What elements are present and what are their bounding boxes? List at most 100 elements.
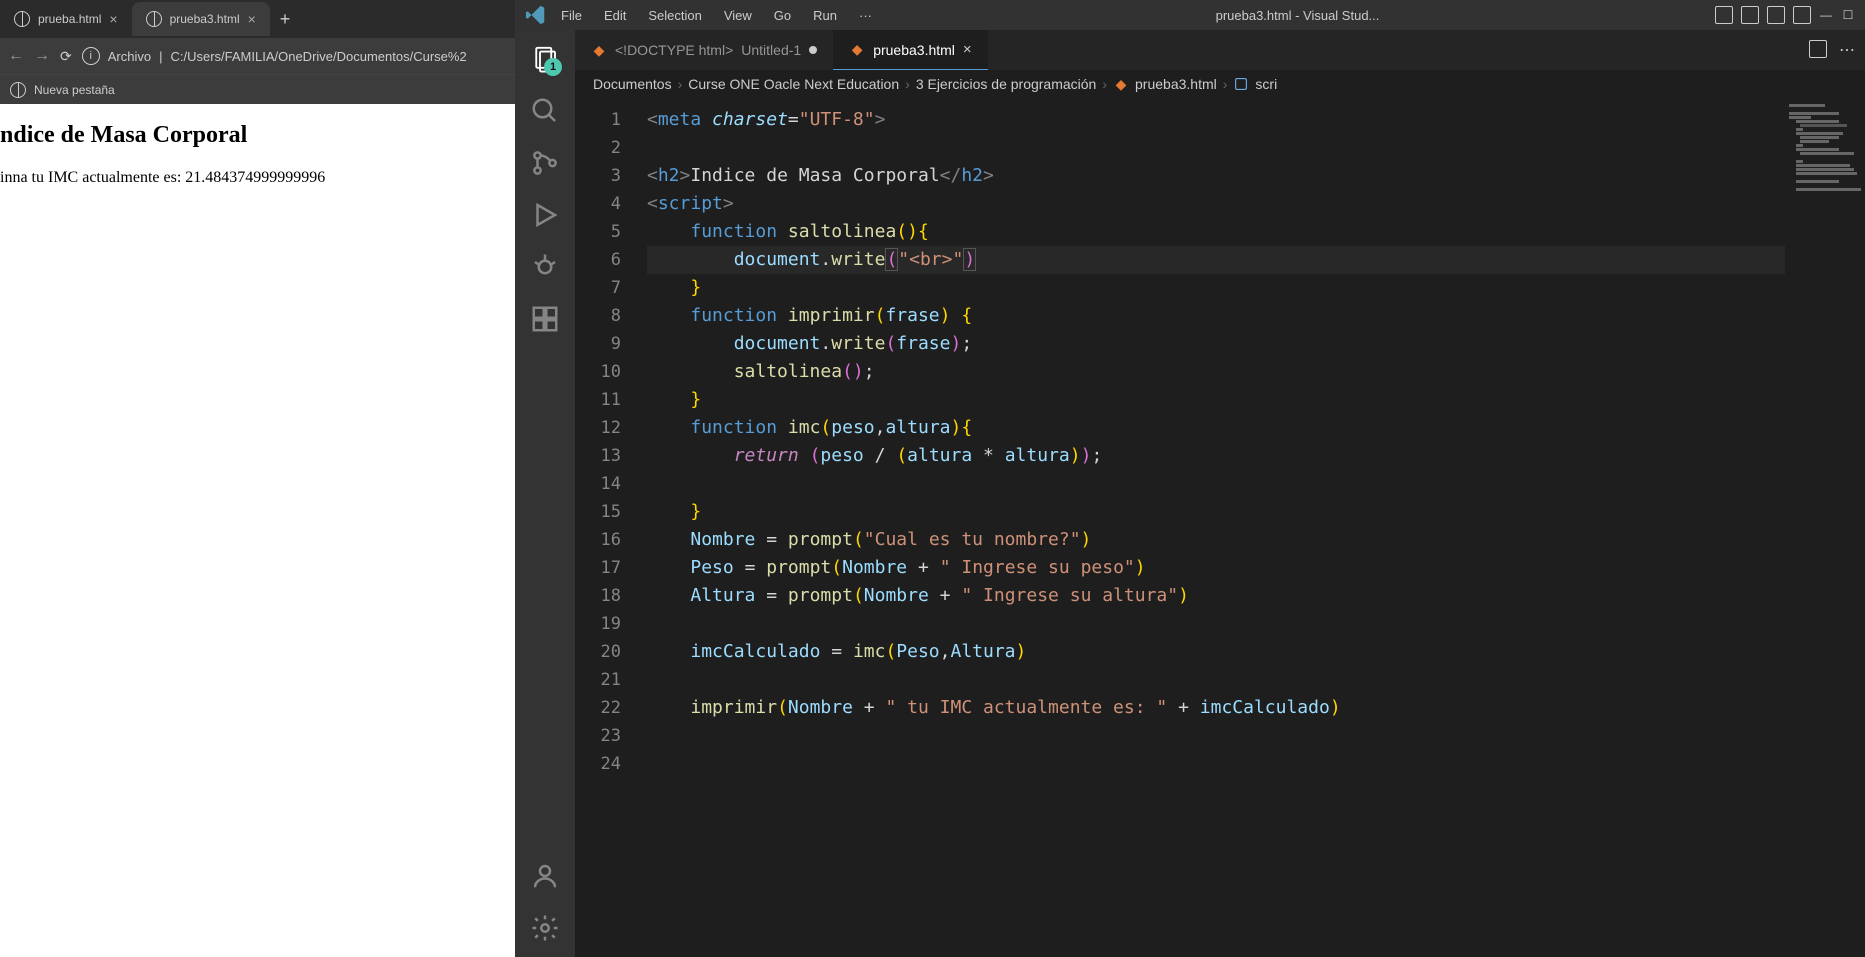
line-number: 4 — [575, 190, 647, 218]
line-number: 8 — [575, 302, 647, 330]
activity-bar: 1 — [515, 30, 575, 957]
split-editor-icon[interactable] — [1809, 40, 1827, 58]
breadcrumb: Documentos › Curse ONE Oacle Next Educat… — [575, 70, 1865, 98]
menu-run[interactable]: Run — [805, 4, 845, 27]
more-icon[interactable]: ⋯ — [1839, 40, 1855, 60]
line-number: 14 — [575, 470, 647, 498]
line-number: 20 — [575, 638, 647, 666]
tab-label: prueba3.html — [873, 42, 955, 58]
layout-icon[interactable] — [1741, 6, 1759, 24]
line-number: 19 — [575, 610, 647, 638]
debug-icon[interactable] — [530, 252, 560, 282]
code-content[interactable]: <meta charset="UTF-8"> <h2>Indice de Mas… — [647, 98, 1785, 957]
line-number: 17 — [575, 554, 647, 582]
chevron-right-icon: › — [1102, 76, 1107, 92]
line-number: 21 — [575, 666, 647, 694]
bookmark-item[interactable]: Nueva pestaña — [34, 83, 115, 97]
html-file-icon: ◆ — [1113, 76, 1129, 92]
tab-label: Untitled-1 — [741, 42, 801, 58]
layout-icon[interactable] — [1767, 6, 1785, 24]
chevron-right-icon: › — [905, 76, 910, 92]
globe-icon — [14, 11, 30, 27]
minimize-button[interactable]: — — [1819, 8, 1833, 22]
title-controls: — ☐ — [1715, 6, 1855, 24]
line-number: 3 — [575, 162, 647, 190]
editor-tab[interactable]: ◆ <!DOCTYPE html> Untitled-1 — [575, 30, 833, 70]
menu-file[interactable]: File — [553, 4, 590, 27]
line-number: 9 — [575, 330, 647, 358]
close-icon[interactable]: × — [109, 11, 117, 27]
tab-title: prueba3.html — [170, 12, 240, 26]
menu-more[interactable]: ··· — [851, 4, 880, 27]
close-icon[interactable]: × — [248, 11, 256, 27]
html-file-icon: ◆ — [591, 42, 607, 58]
line-number: 2 — [575, 134, 647, 162]
line-number: 5 — [575, 218, 647, 246]
line-number: 11 — [575, 386, 647, 414]
line-number: 12 — [575, 414, 647, 442]
tab-actions: ⋯ — [1799, 40, 1865, 60]
source-control-icon[interactable] — [530, 148, 560, 178]
new-tab-button[interactable]: + — [270, 9, 301, 30]
browser-tab-bar: prueba.html × prueba3.html × + — [0, 0, 515, 38]
line-gutter: 1 2 3 4 5 6 7 8 9 10 11 12 13 14 15 16 1 — [575, 98, 647, 957]
globe-icon — [146, 11, 162, 27]
code-editor[interactable]: 1 2 3 4 5 6 7 8 9 10 11 12 13 14 15 16 1 — [575, 98, 1865, 957]
browser-tab[interactable]: prueba3.html × — [132, 2, 270, 36]
back-button[interactable]: ← — [8, 47, 24, 65]
crumb[interactable]: scri — [1255, 76, 1277, 92]
editor-tab-bar: ◆ <!DOCTYPE html> Untitled-1 ◆ prueba3.h… — [575, 30, 1865, 70]
line-number: 7 — [575, 274, 647, 302]
dirty-dot-icon — [809, 46, 817, 54]
menu-edit[interactable]: Edit — [596, 4, 634, 27]
browser-address-bar: ← → ⟳ i Archivo | C:/Users/FAMILIA/OneDr… — [0, 38, 515, 74]
line-number: 13 — [575, 442, 647, 470]
extensions-icon[interactable] — [530, 304, 560, 334]
page-heading: ndice de Masa Corporal — [0, 122, 515, 149]
vscode-window: File Edit Selection View Go Run ··· prue… — [515, 0, 1865, 957]
search-icon[interactable] — [530, 96, 560, 126]
layout-icon[interactable] — [1715, 6, 1733, 24]
url-field[interactable]: i Archivo | C:/Users/FAMILIA/OneDrive/Do… — [82, 47, 507, 65]
symbol-icon — [1233, 76, 1249, 92]
close-icon[interactable]: × — [963, 41, 972, 58]
minimap[interactable] — [1785, 98, 1865, 957]
reload-button[interactable]: ⟳ — [60, 48, 72, 65]
menu-go[interactable]: Go — [766, 4, 799, 27]
line-number: 24 — [575, 750, 647, 778]
crumb[interactable]: prueba3.html — [1135, 76, 1217, 92]
html-file-icon: ◆ — [849, 42, 865, 58]
forward-button[interactable]: → — [34, 47, 50, 65]
layout-icon[interactable] — [1793, 6, 1811, 24]
explorer-icon[interactable]: 1 — [530, 44, 560, 74]
editor-tab[interactable]: ◆ prueba3.html × — [833, 30, 987, 70]
menu-view[interactable]: View — [716, 4, 760, 27]
crumb[interactable]: Curse ONE Oacle Next Education — [688, 76, 899, 92]
browser-tab[interactable]: prueba.html × — [0, 2, 132, 36]
crumb[interactable]: 3 Ejercicios de programación — [916, 76, 1097, 92]
editor-area: ◆ <!DOCTYPE html> Untitled-1 ◆ prueba3.h… — [575, 30, 1865, 957]
menu-selection[interactable]: Selection — [640, 4, 709, 27]
line-number: 16 — [575, 526, 647, 554]
page-text: inna tu IMC actualmente es: 21.484374999… — [0, 169, 515, 187]
tab-context: <!DOCTYPE html> — [615, 42, 733, 58]
globe-icon — [10, 82, 26, 98]
maximize-button[interactable]: ☐ — [1841, 8, 1855, 22]
line-number: 23 — [575, 722, 647, 750]
workspace: 1 ◆ <!DOCTYPE html> Untitled-1 — [515, 30, 1865, 957]
url-text: C:/Users/FAMILIA/OneDrive/Documentos/Cur… — [170, 49, 466, 64]
badge: 1 — [544, 58, 562, 76]
browser-content: ndice de Masa Corporal inna tu IMC actua… — [0, 104, 515, 957]
chevron-right-icon: › — [1223, 76, 1228, 92]
crumb[interactable]: Documentos — [593, 76, 672, 92]
line-number: 18 — [575, 582, 647, 610]
chevron-right-icon: › — [678, 76, 683, 92]
bookmark-bar: Nueva pestaña — [0, 74, 515, 104]
run-debug-icon[interactable] — [530, 200, 560, 230]
title-bar: File Edit Selection View Go Run ··· prue… — [515, 0, 1865, 30]
browser-window: prueba.html × prueba3.html × + ← → ⟳ i A… — [0, 0, 515, 957]
vscode-logo-icon — [525, 4, 547, 26]
settings-icon[interactable] — [530, 913, 560, 943]
account-icon[interactable] — [530, 861, 560, 891]
line-number: 10 — [575, 358, 647, 386]
